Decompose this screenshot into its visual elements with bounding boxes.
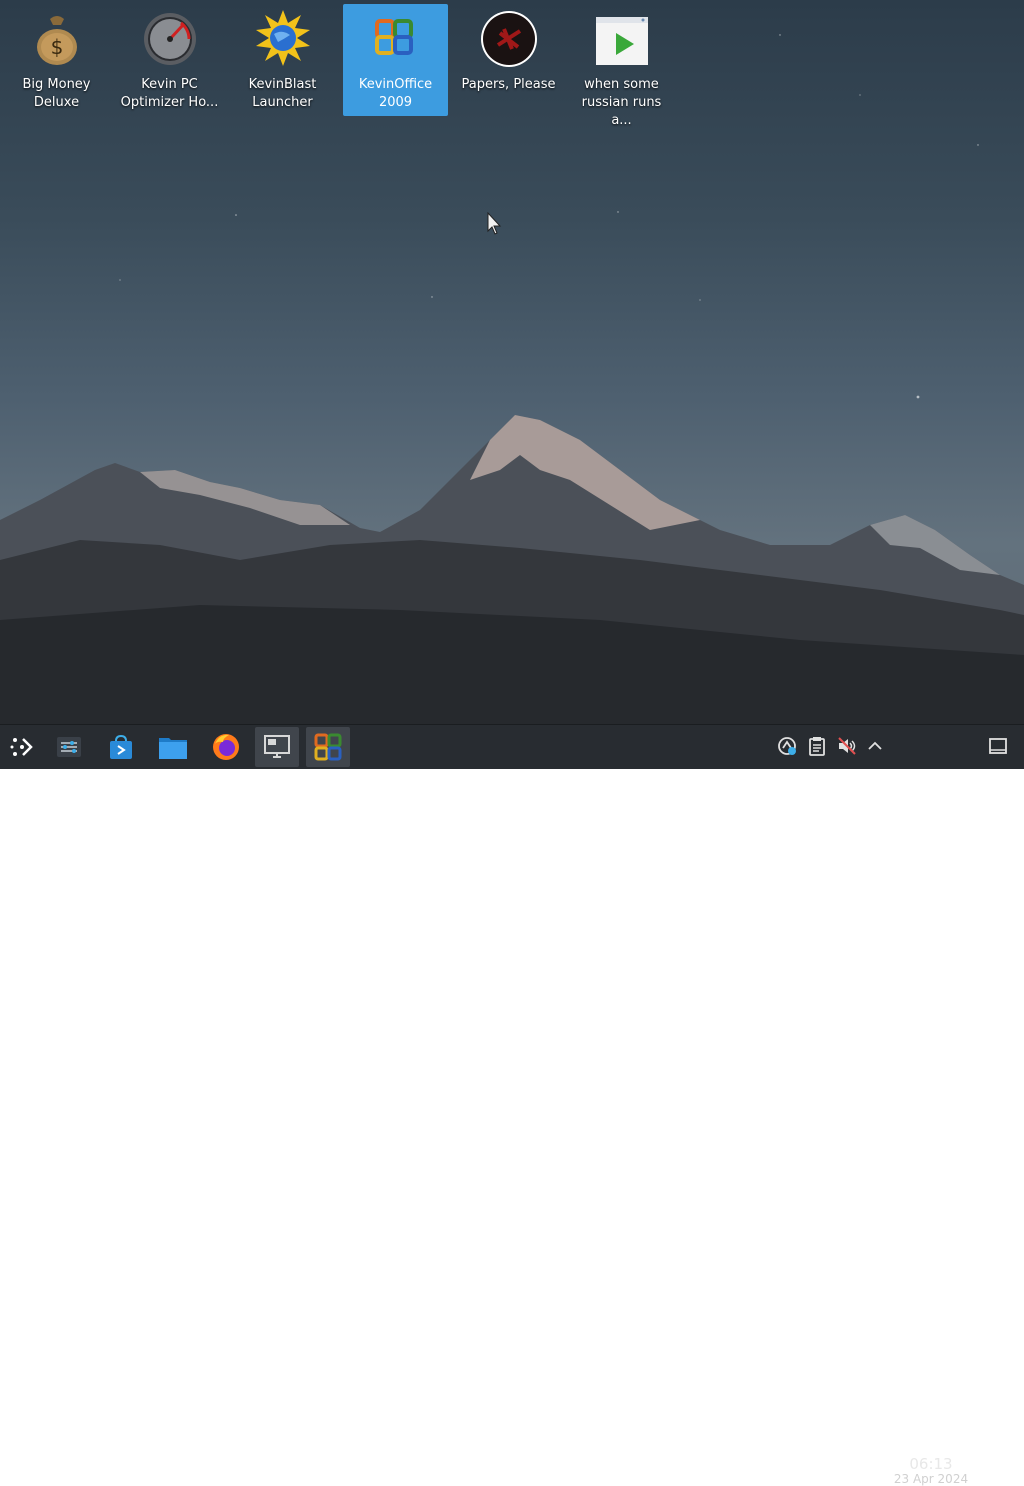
desktop-icon-kevin-pc-optimizer[interactable]: Kevin PC Optimizer Ho... [117,4,222,116]
app-launcher-button[interactable] [0,727,44,767]
expand-tray-icon[interactable] [864,735,886,757]
office-logo-icon [375,19,413,55]
globe-burst-icon [256,10,310,66]
desktop-icon-video-file[interactable]: when some russian runs a... [569,4,674,128]
clock-date[interactable]: 23 Apr 2024 [890,1472,972,1486]
discover-store-icon [110,734,132,759]
desktop-icon-label: Kevin PC Optimizer Ho... [120,77,219,110]
desktop-icon-label: when some russian runs a... [581,77,662,128]
svg-text:$: $ [51,35,64,59]
network-icon[interactable] [776,735,798,757]
taskbar-file-manager[interactable] [151,727,195,767]
papers-please-icon [481,11,537,67]
taskbar: 06:13 23 Apr 2024 [0,724,1024,1486]
taskbar-system-settings[interactable] [47,727,91,767]
desktop-icon-label: KevinBlast Launcher [248,77,317,110]
volume-muted-icon[interactable] [836,735,858,757]
mouse-cursor [487,212,502,235]
clipboard-icon[interactable] [806,735,828,757]
desktop-icon-label: Papers, Please [461,77,556,92]
taskbar-kevinoffice[interactable] [306,727,350,767]
clock-time[interactable]: 06:13 [896,1455,966,1473]
desktop[interactable]: $ Big Money Deluxe Kevin PC Optimizer Ho… [0,0,1024,724]
desktop-icon-label: Big Money Deluxe [22,77,91,110]
kevinoffice-task-icon [314,733,342,761]
show-desktop-icon[interactable] [987,735,1009,757]
system-settings-icon [57,737,81,757]
app-launcher-icon [10,738,33,756]
firefox-icon [213,734,239,760]
desktop-icon-big-money-deluxe[interactable]: $ Big Money Deluxe [4,4,109,116]
desktop-icon-kevinblast-launcher[interactable]: KevinBlast Launcher [230,4,335,116]
taskbar-remote-desktop[interactable] [255,727,299,767]
taskbar-discover-store[interactable] [99,727,143,767]
remote-desktop-icon [264,735,290,758]
desktop-icon-kevinoffice-2009[interactable]: KevinOffice 2009 [343,4,448,116]
speedometer-icon [144,13,196,65]
taskbar-firefox[interactable] [204,727,248,767]
video-window-icon [596,17,648,65]
money-bag-icon: $ [37,16,77,65]
file-manager-icon [159,738,187,759]
desktop-icon-label: KevinOffice 2009 [358,77,433,110]
desktop-icon-papers-please[interactable]: Papers, Please [456,4,561,116]
